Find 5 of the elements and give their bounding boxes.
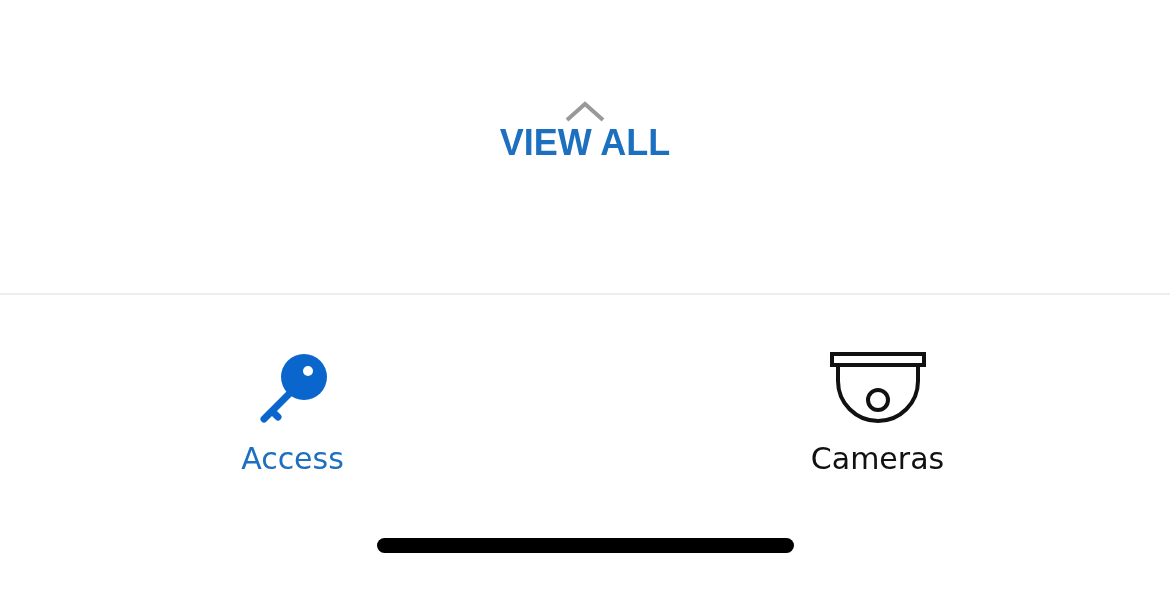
dome-camera-icon <box>828 351 927 425</box>
chevron-up-icon[interactable] <box>565 100 605 122</box>
tab[interactable]: Access <box>0 349 585 476</box>
view-all-button[interactable]: VIEW ALL <box>499 122 671 164</box>
tab[interactable]: Cameras <box>585 349 1170 476</box>
